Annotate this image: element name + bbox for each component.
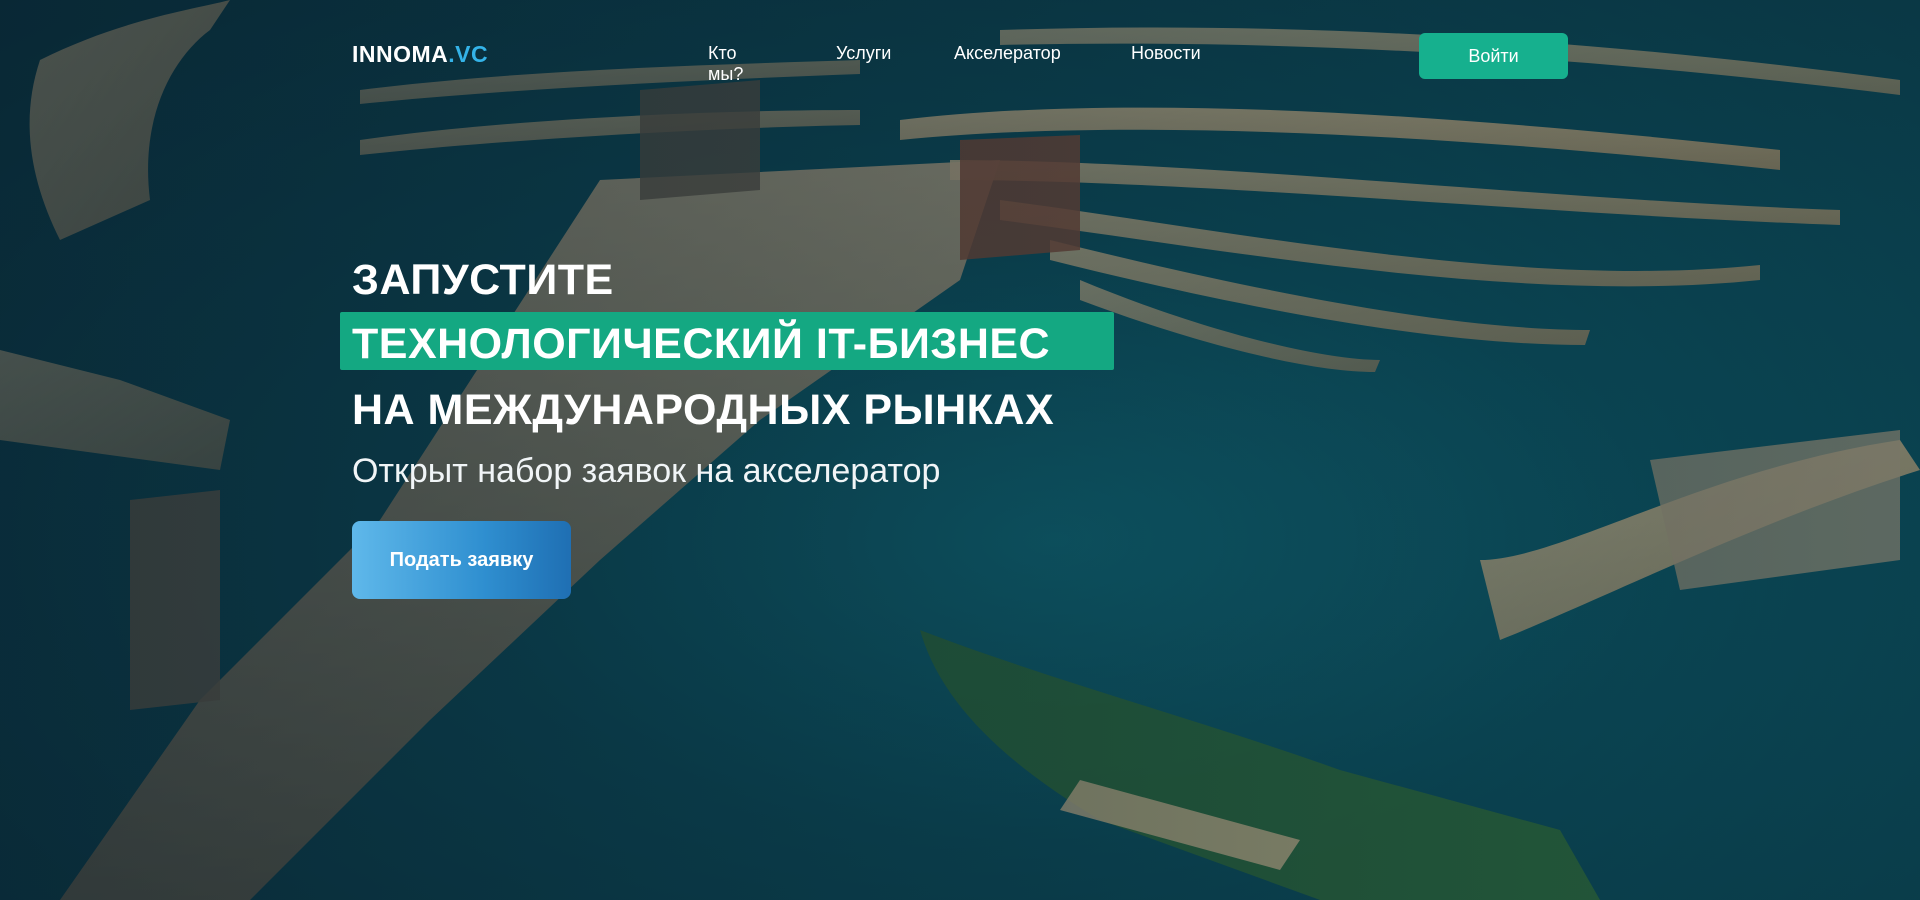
apply-button[interactable]: Подать заявку [352,521,571,599]
hero-section: INNOMA.VC Кто мы? Услуги Акселератор Нов… [0,0,1920,900]
nav-item-accelerator[interactable]: Акселератор [954,43,1061,64]
dark-overlay [0,0,1920,900]
nav-item-services[interactable]: Услуги [836,43,891,64]
logo[interactable]: INNOMA.VC [352,41,488,68]
headline-line-2: ТЕХНОЛОГИЧЕСКИЙ IT-БИЗНЕС [352,320,1051,368]
logo-main: INNOMA [352,41,449,67]
headline-line-1: ЗАПУСТИТЕ [352,256,614,304]
nav-item-news[interactable]: Новости [1131,43,1201,64]
nav-item-about[interactable]: Кто мы? [708,43,743,85]
hero-subtitle: Открыт набор заявок на акселератор [352,452,941,490]
logo-accent: .VC [448,41,489,67]
login-button[interactable]: Войти [1419,33,1568,79]
headline-line-3: НА МЕЖДУНАРОДНЫХ РЫНКАХ [352,386,1055,434]
